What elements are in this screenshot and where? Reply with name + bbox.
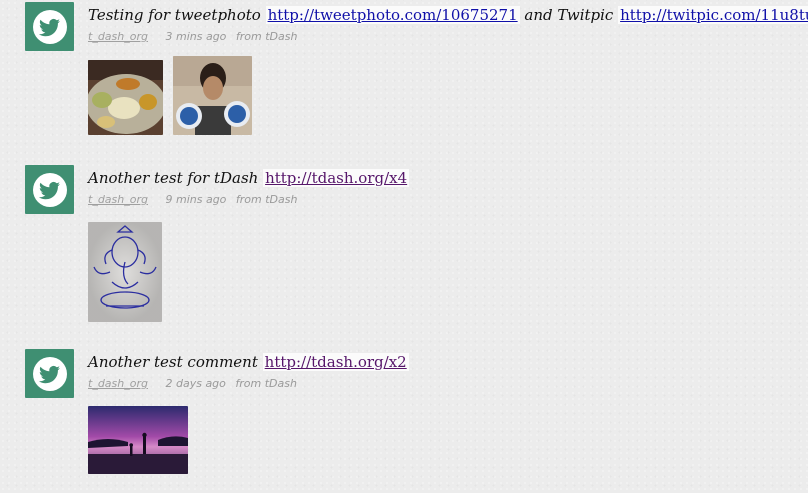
thumbnail-row (88, 406, 188, 474)
tweet-text-part: Testing for tweetphoto (88, 6, 261, 24)
tweet-link[interactable]: http://tdash.org/x2 (262, 353, 409, 371)
tweet-link[interactable]: http://tdash.org/x4 (263, 169, 410, 187)
tweet-meta: t_dash_org 3 mins ago from tDash (88, 29, 808, 45)
tweet-body: Another test comment http://tdash.org/x2… (88, 349, 808, 474)
tweet-text-part: and Twitpic (524, 6, 614, 24)
username-link[interactable]: t_dash_org (88, 193, 148, 206)
tweet-meta: t_dash_org 2 days ago from tDash (88, 376, 808, 392)
avatar[interactable] (25, 165, 74, 214)
timestamp: 9 mins ago (165, 193, 227, 206)
tweet-text: Testing for tweetphoto http://tweetphoto… (88, 4, 808, 26)
thumbnail-row (88, 56, 252, 135)
tweet-source: from tDash (235, 193, 298, 206)
food-plate-photo[interactable] (88, 60, 163, 135)
timestamp: 2 days ago (165, 377, 226, 390)
tweet-body: Another test for tDash http://tdash.org/… (88, 165, 808, 322)
twitter-bird-icon (32, 172, 67, 207)
tweet-item: Testing for tweetphoto http://tweetphoto… (25, 2, 808, 142)
thumbnail-row (88, 222, 162, 322)
avatar[interactable] (25, 349, 74, 398)
username-link[interactable]: t_dash_org (88, 30, 148, 43)
tweet-item: Another test comment http://tdash.org/x2… (25, 349, 808, 479)
username-link[interactable]: t_dash_org (88, 377, 148, 390)
tweet-meta: t_dash_org 9 mins ago from tDash (88, 192, 808, 208)
avatar[interactable] (25, 2, 74, 51)
sunset-beach-photo[interactable] (88, 406, 188, 474)
tweet-text-part: Another test comment (88, 353, 258, 371)
twitter-bird-icon (32, 356, 67, 391)
tweet-link[interactable]: http://twitpic.com/11u8tu (618, 6, 808, 24)
tweet-text: Another test comment http://tdash.org/x2 (88, 351, 808, 373)
timestamp: 3 mins ago (165, 30, 227, 43)
tweet-text: Another test for tDash http://tdash.org/… (88, 167, 808, 189)
tweet-text-part: Another test for tDash (88, 169, 259, 187)
tweet-source: from tDash (235, 377, 297, 390)
ganesha-drawing-photo[interactable] (88, 222, 162, 322)
tweet-source: from tDash (235, 30, 298, 43)
person-with-badges-photo[interactable] (173, 56, 252, 135)
tweet-feed: Testing for tweetphoto http://tweetphoto… (0, 0, 808, 493)
twitter-bird-icon (32, 9, 67, 44)
tweet-link[interactable]: http://tweetphoto.com/10675271 (265, 6, 520, 24)
tweet-body: Testing for tweetphoto http://tweetphoto… (88, 2, 808, 135)
tweet-item: Another test for tDash http://tdash.org/… (25, 165, 808, 325)
